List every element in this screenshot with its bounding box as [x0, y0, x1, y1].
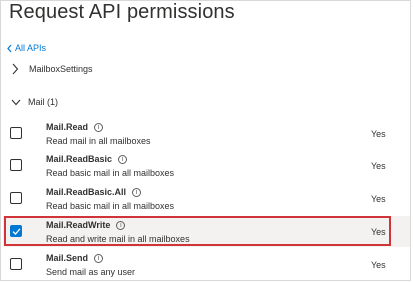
group-label: Mail (1)	[28, 97, 59, 107]
page-title: Request API permissions	[9, 1, 235, 23]
info-icon[interactable]: i	[116, 220, 126, 230]
permission-name-text: Mail.ReadWrite	[46, 220, 111, 230]
permission-name-text: Mail.ReadBasic.All	[46, 187, 127, 197]
chevron-left-icon	[7, 44, 12, 52]
permission-name: Mail.Read i	[46, 122, 104, 132]
admin-consent-required: Yes	[371, 227, 386, 237]
permission-checkbox[interactable]	[10, 192, 22, 204]
all-apis-link-label: All APIs	[15, 43, 47, 53]
permission-row-mail-send: Mail.Send i Send mail as any user Yes	[3, 249, 410, 280]
permission-description: Read and write mail in all mailboxes	[46, 234, 190, 244]
permission-name-text: Mail.Send	[46, 253, 89, 263]
permission-checkbox[interactable]	[10, 258, 22, 270]
admin-consent-required: Yes	[371, 260, 386, 270]
permission-name: Mail.ReadBasic.All i	[46, 187, 142, 197]
chevron-down-icon	[11, 99, 21, 106]
info-icon[interactable]: i	[118, 154, 128, 164]
permission-name-text: Mail.ReadBasic	[46, 154, 113, 164]
permission-checkbox[interactable]	[10, 127, 22, 139]
permission-description: Read mail in all mailboxes	[46, 136, 151, 146]
api-permissions-panel: Request API permissions All APIs Mailbox…	[0, 0, 411, 281]
info-icon[interactable]: i	[132, 187, 142, 197]
permission-description: Read basic mail in all mailboxes	[46, 201, 175, 211]
permission-name: Mail.ReadWrite i	[46, 220, 126, 230]
group-mail[interactable]: Mail (1)	[11, 97, 58, 107]
permission-description: Send mail as any user	[46, 267, 136, 277]
group-mailboxsettings[interactable]: MailboxSettings	[11, 63, 93, 75]
admin-consent-required: Yes	[371, 129, 386, 139]
checkmark-icon	[12, 228, 21, 235]
permission-row-mail-read: Mail.Read i Read mail in all mailboxes Y…	[3, 118, 410, 149]
info-icon[interactable]: i	[94, 122, 104, 132]
group-label: MailboxSettings	[29, 64, 93, 74]
admin-consent-required: Yes	[371, 161, 386, 171]
permission-row-mail-readwrite: Mail.ReadWrite i Read and write mail in …	[3, 216, 410, 247]
permission-name: Mail.ReadBasic i	[46, 154, 128, 164]
permission-name: Mail.Send i	[46, 253, 104, 263]
all-apis-link[interactable]: All APIs	[6, 42, 46, 54]
permission-row-mail-readbasic: Mail.ReadBasic i Read basic mail in all …	[3, 150, 410, 181]
info-icon[interactable]: i	[94, 253, 104, 263]
permission-checkbox[interactable]	[10, 159, 22, 171]
permission-description: Read basic mail in all mailboxes	[46, 168, 175, 178]
permission-row-mail-readbasic-all: Mail.ReadBasic.All i Read basic mail in …	[3, 183, 410, 214]
permission-name-text: Mail.Read	[46, 122, 89, 132]
chevron-right-icon	[12, 63, 19, 75]
permission-checkbox[interactable]	[10, 225, 22, 237]
admin-consent-required: Yes	[371, 194, 386, 204]
